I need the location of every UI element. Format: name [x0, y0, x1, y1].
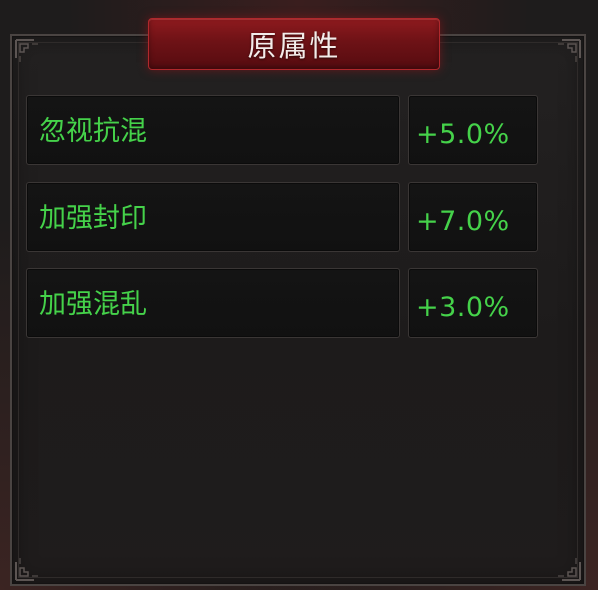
- attribute-name-cell: 加强混乱: [26, 268, 400, 338]
- corner-ornament-icon: [14, 38, 48, 72]
- attribute-name-cell: 忽视抗混: [26, 95, 400, 165]
- attribute-row: 加强封印 +7.0%: [26, 182, 538, 252]
- attribute-value: +5.0%: [416, 118, 510, 150]
- attribute-row: 加强混乱 +3.0%: [26, 268, 538, 338]
- attribute-value: +3.0%: [416, 291, 510, 323]
- panel-title: 原属性: [247, 29, 341, 63]
- attribute-value-cell: +3.0%: [408, 268, 538, 338]
- attribute-name: 加强封印: [39, 202, 147, 234]
- attribute-value-cell: +5.0%: [408, 95, 538, 165]
- attribute-value: +7.0%: [416, 205, 510, 237]
- panel-title-plaque: 原属性: [148, 18, 440, 70]
- attribute-value-cell: +7.0%: [408, 182, 538, 252]
- attribute-row: 忽视抗混 +5.0%: [26, 95, 538, 165]
- corner-ornament-icon: [14, 548, 48, 582]
- attribute-name: 加强混乱: [39, 288, 147, 320]
- corner-ornament-icon: [548, 38, 582, 72]
- attribute-name: 忽视抗混: [39, 115, 147, 147]
- corner-ornament-icon: [548, 548, 582, 582]
- attribute-name-cell: 加强封印: [26, 182, 400, 252]
